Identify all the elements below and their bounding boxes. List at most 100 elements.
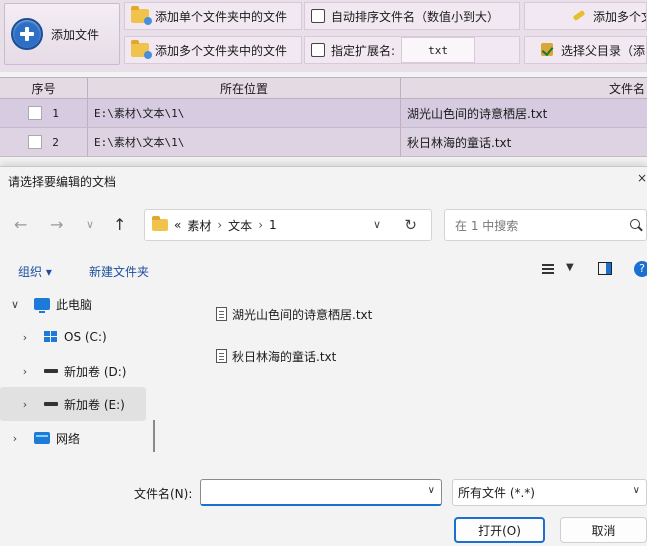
folder-add-icon bbox=[131, 40, 152, 59]
tree-item-drive-d[interactable]: › 新加卷 (D:) bbox=[0, 354, 146, 388]
address-segment[interactable]: 素材 bbox=[187, 217, 211, 234]
list-item[interactable]: 湖光山色间的诗意栖居.txt bbox=[216, 303, 372, 325]
add-single-folder-button[interactable]: 添加单个文件夹中的文件 bbox=[124, 2, 302, 30]
row-no: 2 bbox=[52, 135, 59, 149]
row-no-cell: 1 bbox=[0, 99, 88, 127]
tree-item-drive-e[interactable]: › 新加卷 (E:) bbox=[0, 387, 146, 421]
list-item[interactable]: 秋日林海的童话.txt bbox=[216, 345, 372, 367]
header-location[interactable]: 所在位置 bbox=[88, 78, 401, 98]
add-single-folder-label: 添加单个文件夹中的文件 bbox=[155, 9, 288, 24]
chevron-right-icon[interactable]: › bbox=[18, 365, 32, 378]
forward-arrow-icon[interactable]: → bbox=[50, 215, 63, 234]
search-placeholder: 在 1 中搜索 bbox=[455, 218, 519, 233]
back-arrow-icon[interactable]: ← bbox=[14, 215, 27, 234]
close-icon[interactable]: × bbox=[637, 171, 647, 185]
drive-icon bbox=[44, 369, 58, 373]
check-folder-icon bbox=[539, 42, 555, 58]
tree-item-label: 网络 bbox=[56, 431, 81, 446]
dialog-footer: 文件名(N): ∨ 所有文件 (*.*) ∨ 打开(O) 取消 bbox=[0, 471, 647, 546]
header-no[interactable]: 序号 bbox=[0, 78, 88, 98]
add-multi-button[interactable]: 添加多个文 bbox=[524, 2, 647, 30]
preview-pane-icon[interactable] bbox=[598, 262, 612, 275]
tree-item-label: 新加卷 (E:) bbox=[64, 397, 125, 412]
checkbox-icon bbox=[311, 9, 325, 23]
address-segment[interactable]: 1 bbox=[269, 218, 277, 232]
chevron-right-icon: › bbox=[217, 218, 223, 232]
drive-icon bbox=[44, 402, 58, 406]
filetype-select[interactable]: 所有文件 (*.*) ∨ bbox=[452, 479, 647, 506]
add-multi-label: 添加多个文 bbox=[593, 9, 646, 24]
recent-locations-icon[interactable]: ∨ bbox=[86, 218, 94, 231]
filename-input[interactable]: ∨ bbox=[200, 479, 442, 506]
row-no: 1 bbox=[52, 106, 59, 120]
organize-menu[interactable]: 组织 ▾ bbox=[18, 263, 52, 280]
navigation-bar: ← → ∨ ↑ « 素材 › 文本 › 1 ∨ ↻ 在 1 中搜索 bbox=[0, 205, 647, 245]
add-file-button[interactable]: 添加文件 bbox=[4, 3, 120, 65]
help-icon[interactable]: ? bbox=[634, 261, 647, 277]
tree-item-drive-c[interactable]: › OS (C:) bbox=[0, 320, 146, 354]
scrollbar[interactable] bbox=[153, 420, 155, 452]
app-window: 添加文件 添加单个文件夹中的文件 添加多个文件夹中的文件 自动排序文件名（数值小… bbox=[0, 0, 647, 546]
grid-header: 序号 所在位置 文件名 bbox=[0, 77, 647, 99]
chevron-down-icon[interactable]: ∨ bbox=[373, 218, 381, 231]
address-bar[interactable]: « 素材 › 文本 › 1 ∨ ↻ bbox=[144, 209, 432, 241]
command-bar: 组织 ▾ 新建文件夹 ▼ ? bbox=[0, 261, 647, 281]
open-button[interactable]: 打开(O) bbox=[454, 517, 545, 543]
chevron-right-icon[interactable]: › bbox=[8, 432, 22, 445]
add-multi-folder-label: 添加多个文件夹中的文件 bbox=[155, 43, 288, 58]
table-row[interactable]: 2 E:\素材\文本\1\ 秋日林海的童话.txt bbox=[0, 128, 647, 157]
tree-item-this-pc[interactable]: ∨ 此电脑 bbox=[0, 287, 146, 321]
row-no-cell: 2 bbox=[0, 128, 88, 156]
specify-ext-label: 指定扩展名: bbox=[331, 43, 396, 58]
row-name: 湖光山色间的诗意栖居.txt bbox=[407, 106, 548, 121]
filename-label: 文件名(N): bbox=[134, 487, 193, 501]
chevron-down-icon[interactable]: ∨ bbox=[8, 298, 22, 311]
file-list: 湖光山色间的诗意栖居.txt 秋日林海的童话.txt bbox=[216, 303, 372, 387]
file-name: 秋日林海的童话.txt bbox=[232, 349, 337, 364]
header-name[interactable]: 文件名 bbox=[401, 78, 647, 98]
tree-item-network[interactable]: › 网络 bbox=[0, 421, 146, 455]
address-overflow[interactable]: « bbox=[174, 218, 181, 232]
tree-item-label: OS (C:) bbox=[64, 330, 107, 344]
ext-input[interactable]: txt bbox=[401, 37, 476, 63]
select-parent-button[interactable]: 选择父目录（添 bbox=[524, 36, 647, 64]
checkbox-icon bbox=[311, 43, 325, 57]
refresh-icon[interactable]: ↻ bbox=[404, 216, 417, 234]
cancel-button[interactable]: 取消 bbox=[560, 517, 647, 543]
navigation-pane: ∨ 此电脑 › OS (C:) › 新加卷 (D:) › 新加卷 (E:) › … bbox=[0, 287, 160, 477]
dialog-title: 请选择要编辑的文档 bbox=[8, 175, 117, 189]
chevron-right-icon[interactable]: › bbox=[18, 331, 32, 344]
chevron-down-icon[interactable]: ∨ bbox=[428, 485, 435, 496]
text-file-icon bbox=[216, 307, 227, 321]
network-icon bbox=[34, 432, 50, 444]
search-icon bbox=[630, 219, 640, 229]
file-grid: 序号 所在位置 文件名 1 E:\素材\文本\1\ 湖光山色间的诗意栖居.txt… bbox=[0, 77, 647, 157]
windows-drive-icon bbox=[44, 331, 58, 343]
add-file-label: 添加文件 bbox=[51, 27, 100, 42]
chevron-right-icon[interactable]: › bbox=[18, 398, 32, 411]
open-file-dialog: 请选择要编辑的文档 × ← → ∨ ↑ « 素材 › 文本 › 1 ∨ ↻ 在 … bbox=[0, 166, 647, 546]
row-checkbox[interactable] bbox=[28, 106, 43, 120]
address-segment[interactable]: 文本 bbox=[228, 217, 252, 234]
tree-item-label: 此电脑 bbox=[56, 297, 93, 312]
up-arrow-icon[interactable]: ↑ bbox=[113, 215, 126, 234]
add-multi-folder-button[interactable]: 添加多个文件夹中的文件 bbox=[124, 36, 302, 64]
pen-icon bbox=[571, 9, 587, 23]
table-row[interactable]: 1 E:\素材\文本\1\ 湖光山色间的诗意栖居.txt bbox=[0, 99, 647, 128]
view-options-icon[interactable] bbox=[542, 264, 554, 274]
text-file-icon bbox=[216, 349, 227, 363]
folder-icon bbox=[152, 216, 168, 231]
select-parent-label: 选择父目录（添 bbox=[561, 43, 646, 58]
row-checkbox[interactable] bbox=[28, 135, 43, 149]
toolbar: 添加文件 添加单个文件夹中的文件 添加多个文件夹中的文件 自动排序文件名（数值小… bbox=[0, 0, 647, 72]
chevron-down-icon[interactable]: ▼ bbox=[566, 262, 574, 273]
specify-ext-checkbox[interactable]: 指定扩展名: txt bbox=[304, 36, 520, 64]
folder-add-icon bbox=[131, 6, 152, 25]
new-folder-button[interactable]: 新建文件夹 bbox=[89, 263, 149, 280]
chevron-down-icon: ∨ bbox=[632, 485, 640, 496]
search-input[interactable]: 在 1 中搜索 bbox=[444, 209, 647, 241]
row-location: E:\素材\文本\1\ bbox=[88, 99, 401, 127]
auto-sort-checkbox[interactable]: 自动排序文件名（数值小到大） bbox=[304, 2, 520, 30]
plus-circle-icon bbox=[11, 18, 43, 50]
chevron-right-icon: › bbox=[258, 218, 263, 232]
